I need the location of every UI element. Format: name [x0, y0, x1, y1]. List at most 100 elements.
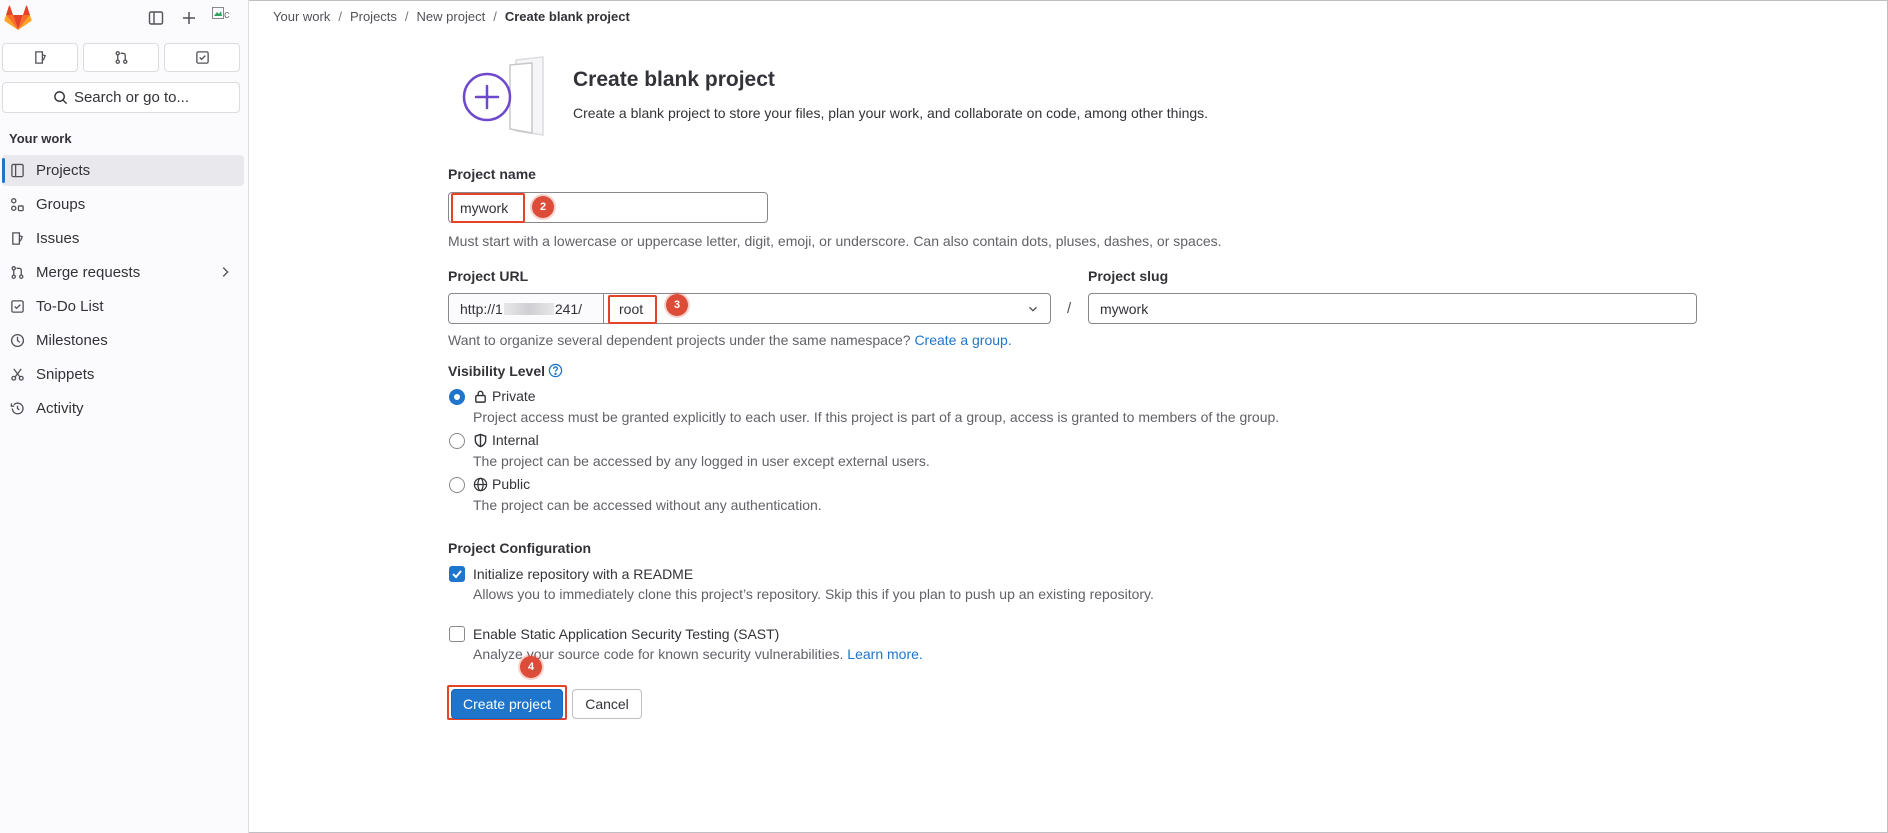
search-icon	[54, 91, 68, 105]
search-button[interactable]: Search or go to...	[2, 82, 240, 113]
breadcrumb-separator: /	[404, 9, 409, 24]
project-slug-label: Project slug	[1088, 268, 1169, 284]
sidebar: c Search or go to... Your work Projects …	[0, 0, 249, 833]
project-slug-value: mywork	[1100, 300, 1149, 317]
history-icon	[10, 402, 24, 415]
sidebar-item-todo-list[interactable]: To-Do List	[2, 291, 244, 322]
visibility-internal-desc: The project can be accessed by any logge…	[473, 453, 930, 469]
sidebar-item-label: Snippets	[36, 366, 95, 383]
merge-request-icon	[114, 51, 128, 64]
sidebar-item-merge-requests[interactable]: Merge requests	[2, 257, 244, 288]
breadcrumb-current[interactable]: Create blank project	[505, 9, 630, 24]
sidebar-section-title: Your work	[9, 131, 72, 146]
visibility-private-option[interactable]: Private	[473, 388, 536, 404]
cancel-button[interactable]: Cancel	[572, 689, 642, 719]
globe-icon	[473, 477, 488, 491]
page-description: Create a blank project to store your fil…	[573, 105, 1209, 121]
annotation-step-badge: 4	[520, 656, 542, 678]
breadcrumb-separator: /	[338, 9, 342, 24]
sidebar-item-label: Activity	[36, 400, 84, 417]
sidebar-item-activity[interactable]: Activity	[2, 393, 244, 424]
project-icon	[11, 163, 24, 178]
snippet-icon	[11, 368, 24, 381]
sidebar-item-label: Milestones	[36, 332, 108, 349]
sidebar-item-label: Merge requests	[36, 264, 141, 281]
sidebar-item-snippets[interactable]: Snippets	[2, 359, 244, 390]
annotation-highlight-namespace	[608, 295, 657, 324]
project-url-prefix: http://1 241/	[449, 294, 604, 323]
url-prefix-start: http://1	[460, 300, 503, 317]
sast-checkbox[interactable]	[449, 626, 465, 642]
sidebar-item-label: Issues	[36, 230, 80, 247]
todo-icon	[195, 51, 209, 64]
sidebar-item-milestones[interactable]: Milestones	[2, 325, 244, 356]
todo-icon	[11, 300, 24, 313]
sidebar-item-groups[interactable]: Groups	[2, 189, 244, 220]
visibility-internal-option[interactable]: Internal	[473, 432, 539, 448]
visibility-private-title: Private	[492, 388, 536, 404]
create-new-icon[interactable]	[178, 7, 200, 29]
lock-icon	[475, 390, 486, 403]
question-icon[interactable]	[548, 363, 563, 378]
breadcrumb-new-project[interactable]: New project	[417, 9, 486, 24]
visibility-public-radio[interactable]	[449, 477, 465, 493]
project-url-help-text: Want to organize several dependent proje…	[448, 332, 911, 348]
visibility-public-title: Public	[492, 476, 531, 492]
breadcrumb-your-work[interactable]: Your work	[273, 9, 330, 24]
broken-image-icon	[212, 7, 224, 19]
annotation-highlight-project-name	[451, 193, 525, 223]
check-icon	[452, 570, 462, 579]
project-url-group: http://1 241/ root	[448, 293, 1051, 324]
readme-checkbox[interactable]	[449, 566, 465, 582]
annotation-step-badge: 2	[532, 196, 554, 218]
sidebar-toggle-icon[interactable]	[145, 7, 167, 29]
chevron-right-icon	[222, 267, 229, 277]
sidebar-item-issues[interactable]: Issues	[2, 223, 244, 254]
visibility-level-text: Visibility Level	[448, 363, 546, 379]
sidebar-item-projects[interactable]: Projects	[2, 155, 244, 186]
sidebar-item-label: Groups	[36, 196, 86, 213]
blank-project-illustration-icon	[462, 56, 544, 136]
avatar[interactable]: c	[212, 7, 236, 29]
project-slug-input[interactable]: mywork	[1088, 293, 1697, 324]
url-prefix-end: 241/	[554, 300, 583, 317]
issues-icon	[12, 232, 24, 245]
chevron-down-icon[interactable]	[1026, 302, 1040, 316]
breadcrumb-separator: /	[493, 9, 497, 24]
group-icon	[11, 198, 24, 212]
breadcrumb-projects[interactable]: Projects	[350, 9, 397, 24]
project-url-label: Project URL	[448, 268, 529, 284]
sast-desc: Analyze your source code for known secur…	[473, 646, 923, 662]
visibility-public-desc: The project can be accessed without any …	[473, 497, 822, 513]
assigned-issues-button[interactable]	[2, 43, 78, 72]
visibility-internal-radio[interactable]	[449, 433, 465, 449]
create-project-button[interactable]: Create project	[451, 689, 563, 719]
learn-more-link[interactable]: Learn more.	[847, 646, 922, 662]
sidebar-item-label: Projects	[36, 162, 91, 179]
visibility-public-option[interactable]: Public	[473, 476, 530, 492]
merge-requests-button[interactable]	[83, 43, 159, 72]
milestone-icon	[10, 333, 25, 348]
redacted-ip-blur	[503, 302, 554, 315]
project-name-label: Project name	[448, 166, 536, 182]
readme-title[interactable]: Initialize repository with a README	[473, 566, 693, 582]
project-configuration-label: Project Configuration	[448, 540, 592, 556]
gitlab-logo-icon[interactable]	[4, 5, 32, 31]
sidebar-top-bar: c	[0, 0, 248, 36]
issues-icon	[34, 51, 46, 64]
visibility-private-radio[interactable]	[449, 389, 465, 405]
create-group-link[interactable]: Create a group.	[914, 332, 1011, 348]
sast-title[interactable]: Enable Static Application Security Testi…	[473, 626, 779, 642]
shield-icon	[474, 433, 487, 447]
page-title: Create blank project	[573, 68, 775, 91]
visibility-internal-title: Internal	[492, 432, 539, 448]
sidebar-counts	[2, 43, 240, 72]
project-name-help: Must start with a lowercase or uppercase…	[448, 233, 1222, 249]
readme-desc: Allows you to immediately clone this pro…	[473, 586, 1154, 602]
avatar-alt-text: c	[224, 9, 230, 21]
merge-request-icon	[11, 266, 24, 279]
url-slug-separator: /	[1067, 300, 1072, 317]
sidebar-nav: Projects Groups Issues Merge requests To…	[2, 155, 244, 427]
todo-list-button[interactable]	[164, 43, 240, 72]
annotation-step-badge: 3	[666, 294, 688, 316]
